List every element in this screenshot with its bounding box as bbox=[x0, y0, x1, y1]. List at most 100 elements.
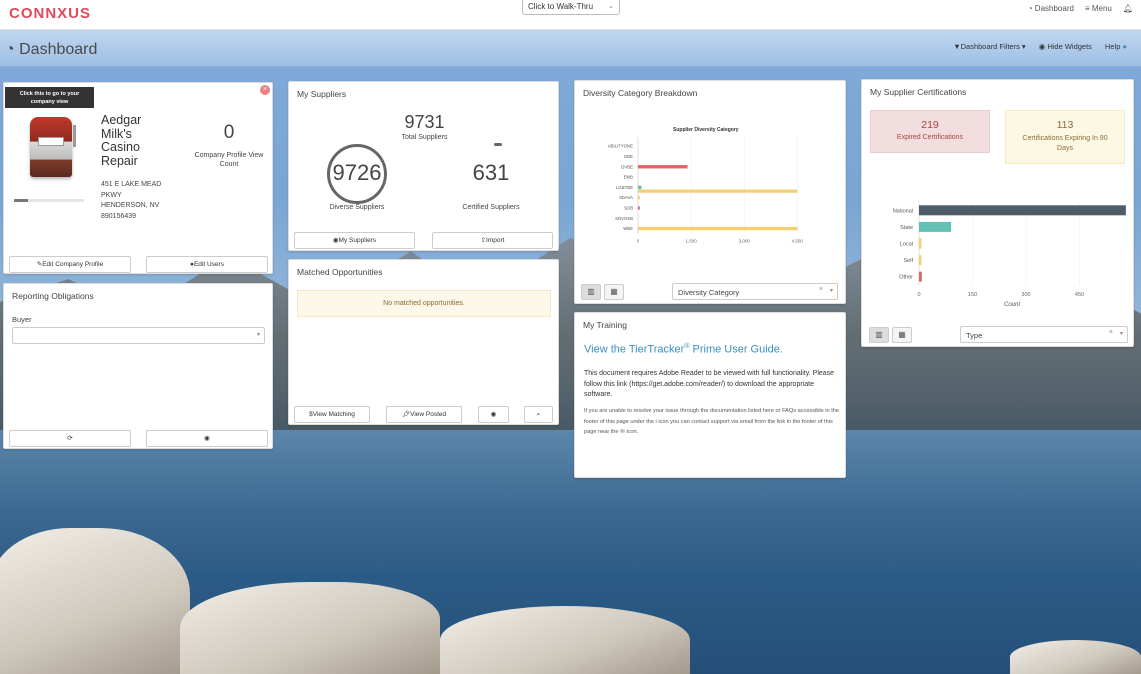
close-icon[interactable]: × bbox=[260, 85, 270, 95]
app-logo[interactable]: CONNXUS bbox=[9, 5, 91, 22]
x-tick-label: 300 bbox=[1021, 292, 1030, 298]
help-link[interactable]: Help ● bbox=[1105, 42, 1127, 51]
eye-icon: ◉ bbox=[490, 411, 497, 418]
view-button[interactable]: ◉ bbox=[478, 406, 509, 423]
my-training-panel: My Training View the TierTracker® Prime … bbox=[574, 312, 846, 478]
expired-count: 219 bbox=[921, 119, 939, 131]
diversity-category-select[interactable]: Diversity Category × ▾ bbox=[672, 283, 838, 300]
total-suppliers-label: Total Suppliers bbox=[401, 134, 448, 141]
edit-company-profile-button[interactable]: ✎Edit Company Profile bbox=[9, 256, 131, 273]
bar-chart-icon: ▥ bbox=[875, 330, 883, 339]
y-tick-label: National bbox=[893, 208, 913, 214]
expired-certifications-card[interactable]: 219 Expired Certifications bbox=[870, 110, 990, 153]
table-icon: ▦ bbox=[610, 287, 618, 296]
profile-view-count-label: Company Profile View Count bbox=[194, 152, 264, 168]
view-button[interactable]: ◉ bbox=[146, 430, 268, 447]
bar bbox=[919, 221, 952, 232]
eye-icon: ◉ bbox=[204, 435, 210, 442]
bar bbox=[638, 165, 688, 169]
bar-chart-view-button[interactable]: ▥ bbox=[869, 327, 889, 343]
profile-progress bbox=[14, 199, 84, 202]
x-axis-label: Count bbox=[1004, 302, 1020, 308]
refresh-icon: ⟳ bbox=[67, 435, 73, 442]
company-profile-panel: × Click this to go to your company view … bbox=[3, 82, 273, 274]
company-view-tooltip: Click this to go to your company view bbox=[5, 87, 94, 108]
table-icon: ▦ bbox=[898, 330, 906, 339]
diversity-chart: Supplier Diversity Category 0 1,500 3,000 4,… bbox=[608, 127, 804, 244]
panel-title: My Supplier Certifications bbox=[870, 87, 967, 97]
expiring-certifications-card[interactable]: 113 Certifications Expiring In 90 Days bbox=[1005, 110, 1125, 164]
matched-opportunities-panel: Matched Opportunities No matched opportu… bbox=[288, 259, 559, 425]
filter-icon: ▼ bbox=[953, 42, 961, 51]
panel-title: Reporting Obligations bbox=[12, 291, 94, 301]
chevron-down-icon: ⌄ bbox=[608, 3, 614, 10]
y-tick-label: State bbox=[900, 225, 913, 231]
y-tick-label: SDVOSB bbox=[615, 216, 633, 221]
import-button[interactable]: ⇪Import bbox=[432, 232, 553, 249]
dashboard-icon: ◔ bbox=[5, 41, 20, 58]
background-rock-2 bbox=[180, 582, 440, 674]
search-icon: ⌕ bbox=[536, 411, 541, 418]
adobe-reader-note: This document requires Adobe Reader to b… bbox=[584, 370, 835, 398]
view-matching-button[interactable]: $View Matching bbox=[294, 406, 370, 423]
certification-type-select[interactable]: Type × ▾ bbox=[960, 326, 1128, 343]
table-view-button[interactable]: ▦ bbox=[604, 284, 624, 300]
help-icon: ● bbox=[1122, 42, 1127, 51]
company-name: Aedgar Milk's Casino Repair bbox=[101, 113, 142, 168]
y-tick-label: DVBE bbox=[621, 164, 633, 169]
table-view-button[interactable]: ▦ bbox=[892, 327, 912, 343]
refresh-button[interactable]: ⟳ bbox=[9, 430, 131, 447]
y-tick-label: Local bbox=[900, 242, 913, 248]
search-button[interactable]: ⌕ bbox=[524, 406, 553, 423]
bar bbox=[638, 195, 640, 200]
diverse-suppliers-label: Diverse Suppliers bbox=[329, 204, 385, 211]
clear-icon[interactable]: × bbox=[819, 286, 823, 293]
panel-title: Diversity Category Breakdown bbox=[583, 88, 698, 98]
y-tick-label: ABILITYONE bbox=[608, 144, 633, 149]
walkthru-dropdown[interactable]: Click to Walk-Thru ⌄ bbox=[522, 0, 620, 15]
certified-suppliers-label: Certified Suppliers bbox=[462, 204, 520, 211]
x-tick-label: 3,000 bbox=[739, 239, 751, 244]
top-navbar: CONNXUS Click to Walk-Thru ⌄ ◔ Dashboard… bbox=[0, 0, 1141, 30]
hide-widgets-button[interactable]: ◉ Hide Widgets bbox=[1039, 42, 1092, 51]
clear-icon[interactable]: × bbox=[1109, 329, 1113, 336]
company-logo-image[interactable] bbox=[26, 113, 78, 185]
background-rock-1 bbox=[0, 528, 190, 674]
walkthru-label: Click to Walk-Thru bbox=[528, 2, 594, 11]
slot-machine-icon bbox=[30, 117, 72, 177]
expired-label: Expired Certifications bbox=[896, 134, 964, 141]
nav-menu-link[interactable]: ≡ Menu bbox=[1085, 4, 1112, 13]
edit-users-button[interactable]: ●Edit Users bbox=[146, 256, 268, 273]
x-tick-label: 1,500 bbox=[685, 239, 697, 244]
x-tick-label: 450 bbox=[1075, 292, 1084, 298]
panel-title: Matched Opportunities bbox=[297, 267, 383, 277]
buyer-label: Buyer bbox=[12, 315, 32, 324]
x-tick-label: 0 bbox=[917, 292, 920, 298]
page-title: ◔ Dashboard bbox=[5, 41, 98, 58]
profile-view-count: 0 bbox=[223, 122, 235, 143]
background-rock-3 bbox=[440, 606, 690, 674]
company-address: 451 E LAKE MEAD PKWY HENDERSON, NV 89015… bbox=[101, 181, 162, 220]
y-tick-label: DBE bbox=[624, 154, 633, 159]
bar bbox=[919, 255, 922, 266]
user-guide-link[interactable]: View the TierTracker® Prime User Guide. bbox=[584, 343, 783, 356]
certified-ring-arc bbox=[494, 143, 502, 146]
y-tick-label: LGBTBE bbox=[616, 185, 633, 190]
diverse-suppliers-count: 9726 bbox=[332, 160, 382, 185]
certified-suppliers-count: 631 bbox=[472, 160, 510, 185]
reporting-obligations-panel: Reporting Obligations Buyer ▾ ⟳ ◉ bbox=[3, 283, 273, 449]
dashboard-filters-dropdown[interactable]: ▼Dashboard Filters ▾ bbox=[953, 42, 1026, 51]
supplier-certifications-panel: My Supplier Certifications 219 Expired C… bbox=[861, 79, 1134, 347]
nav-dashboard-link[interactable]: ◔ Dashboard bbox=[1028, 4, 1074, 13]
bar bbox=[919, 271, 922, 282]
view-posted-button[interactable]: 📌︎View Posted bbox=[386, 406, 462, 423]
bar-chart-view-button[interactable]: ▥ bbox=[581, 284, 601, 300]
notifications-bell-icon[interactable]: 🔔︎ bbox=[1123, 4, 1133, 13]
my-suppliers-button[interactable]: ◉My Suppliers bbox=[294, 232, 415, 249]
pin-icon: 📌︎ bbox=[401, 411, 411, 418]
buyer-select[interactable]: ▾ bbox=[12, 327, 265, 344]
y-tick-label: EMB bbox=[624, 175, 633, 180]
chart-title: Supplier Diversity Category bbox=[673, 127, 739, 133]
bar bbox=[638, 226, 798, 231]
caret-down-icon: ▾ bbox=[256, 332, 260, 338]
